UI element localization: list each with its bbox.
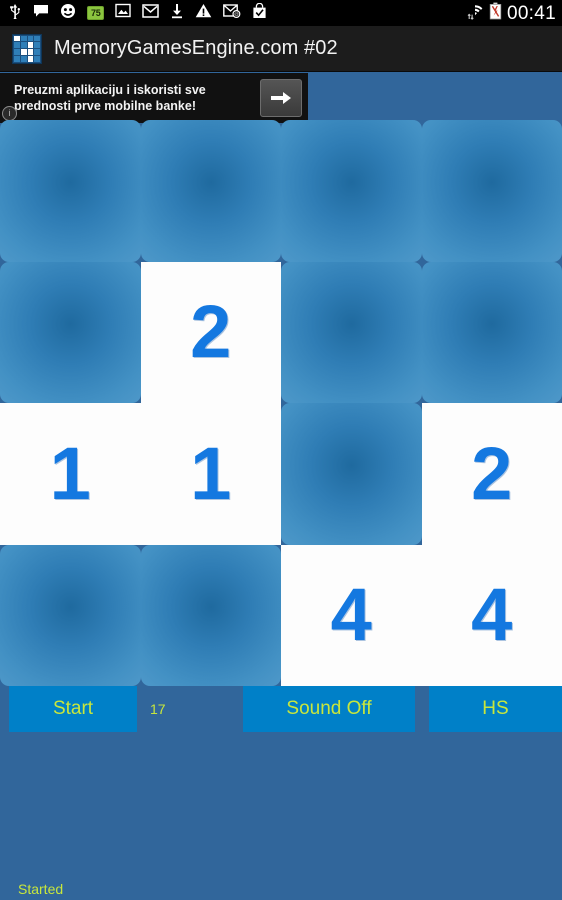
ad-info-icon[interactable]: i [2, 106, 17, 121]
download-icon [170, 3, 184, 24]
warning-icon [195, 3, 212, 23]
gmail-icon [142, 3, 160, 23]
shopping-bag-check-icon [252, 2, 267, 24]
move-counter-field[interactable]: 17 [141, 686, 239, 732]
battery-icon [489, 2, 502, 25]
status-bar-system-icons: 00:41 [466, 2, 556, 25]
ad-banner[interactable]: Preuzmi aplikaciju i iskoristi sve predn… [0, 73, 308, 123]
sound-toggle-button[interactable]: Sound Off [243, 686, 415, 732]
app-title-bar: MemoryGamesEngine.com #02 [0, 26, 562, 72]
memory-game-grid: 2 1 1 2 4 4 [0, 120, 562, 686]
memory-tile-hidden[interactable] [421, 120, 562, 262]
high-score-button[interactable]: HS [429, 686, 562, 732]
usb-icon [8, 3, 22, 24]
ad-banner-text: Preuzmi aplikaciju i iskoristi sve predn… [14, 83, 206, 113]
wifi-icon [466, 2, 484, 25]
memory-tile-hidden[interactable] [140, 120, 281, 262]
message-icon [33, 4, 49, 23]
game-status-message: Started [18, 881, 64, 897]
memory-tile-value: 2 [471, 431, 513, 515]
memory-tile-revealed[interactable]: 2 [140, 261, 281, 403]
status-bar-notification-icons: 75 @ [8, 2, 466, 24]
memory-tile-value: 1 [49, 431, 91, 515]
screenshot-icon [115, 3, 132, 23]
controls-bar: Start 17 Sound Off HS [0, 686, 562, 733]
page-title: MemoryGamesEngine.com #02 [54, 37, 338, 59]
app-grid-icon [12, 33, 42, 64]
memory-tile-value: 2 [190, 290, 232, 374]
memory-tile-hidden[interactable] [421, 261, 562, 403]
svg-text:@: @ [234, 11, 239, 16]
memory-tile-hidden[interactable] [281, 403, 422, 545]
memory-tile-revealed[interactable]: 2 [421, 403, 562, 545]
memory-tile-value: 1 [190, 431, 232, 515]
arrow-right-icon [271, 92, 291, 104]
hangouts-icon [60, 3, 76, 24]
memory-tile-hidden[interactable] [281, 261, 422, 403]
battery-level-badge: 75 [87, 6, 105, 20]
memory-tile-revealed[interactable]: 1 [140, 403, 281, 545]
email-at-icon: @ [223, 3, 241, 23]
status-bar-clock: 00:41 [506, 2, 556, 24]
android-status-bar: 75 @ 00:41 [0, 0, 562, 26]
ad-arrow-button[interactable] [260, 79, 302, 117]
memory-tile-revealed[interactable]: 4 [281, 544, 422, 686]
memory-tile-hidden[interactable] [0, 120, 141, 262]
app-root: 75 @ 00:41 MemoryGamesEngine.com #02 Pre… [0, 0, 562, 900]
memory-tile-revealed[interactable]: 1 [0, 403, 141, 545]
memory-tile-value: 4 [471, 573, 513, 657]
memory-tile-hidden[interactable] [281, 120, 422, 262]
memory-tile-hidden[interactable] [140, 544, 281, 686]
memory-tile-hidden[interactable] [0, 544, 141, 686]
memory-tile-value: 4 [330, 573, 372, 657]
start-button[interactable]: Start [9, 686, 137, 732]
memory-tile-revealed[interactable]: 4 [421, 544, 562, 686]
memory-tile-hidden[interactable] [0, 261, 141, 403]
